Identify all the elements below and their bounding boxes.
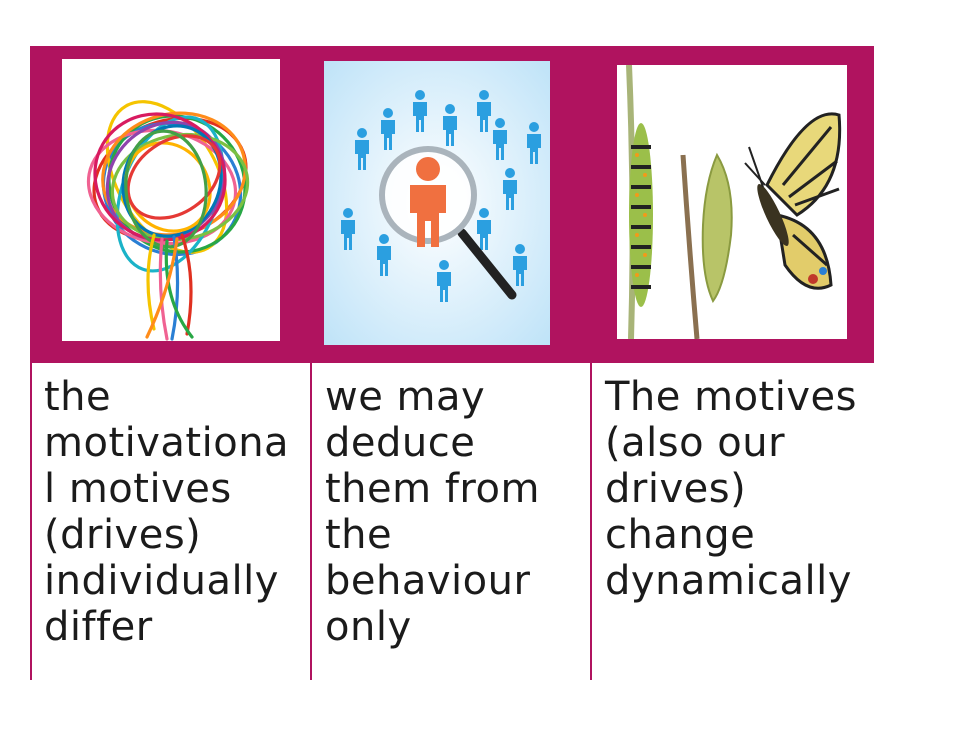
- column-border: [30, 46, 32, 680]
- motives-table: the motivationa l motives (drives) indiv…: [30, 46, 874, 680]
- caterpillar-chrysalis-butterfly-image: [617, 65, 847, 339]
- column-border: [590, 46, 592, 680]
- column-border: [310, 46, 312, 680]
- caption-card-1: the motivationa l motives (drives) indiv…: [44, 374, 290, 650]
- caption-card-3: The motives (also our drives) change dyn…: [605, 374, 857, 604]
- magnifying-glass-people-image: [324, 61, 550, 345]
- caption-card-2: we may deduce them from the behaviour on…: [325, 374, 540, 650]
- tangled-rubber-bands-image: [62, 59, 280, 341]
